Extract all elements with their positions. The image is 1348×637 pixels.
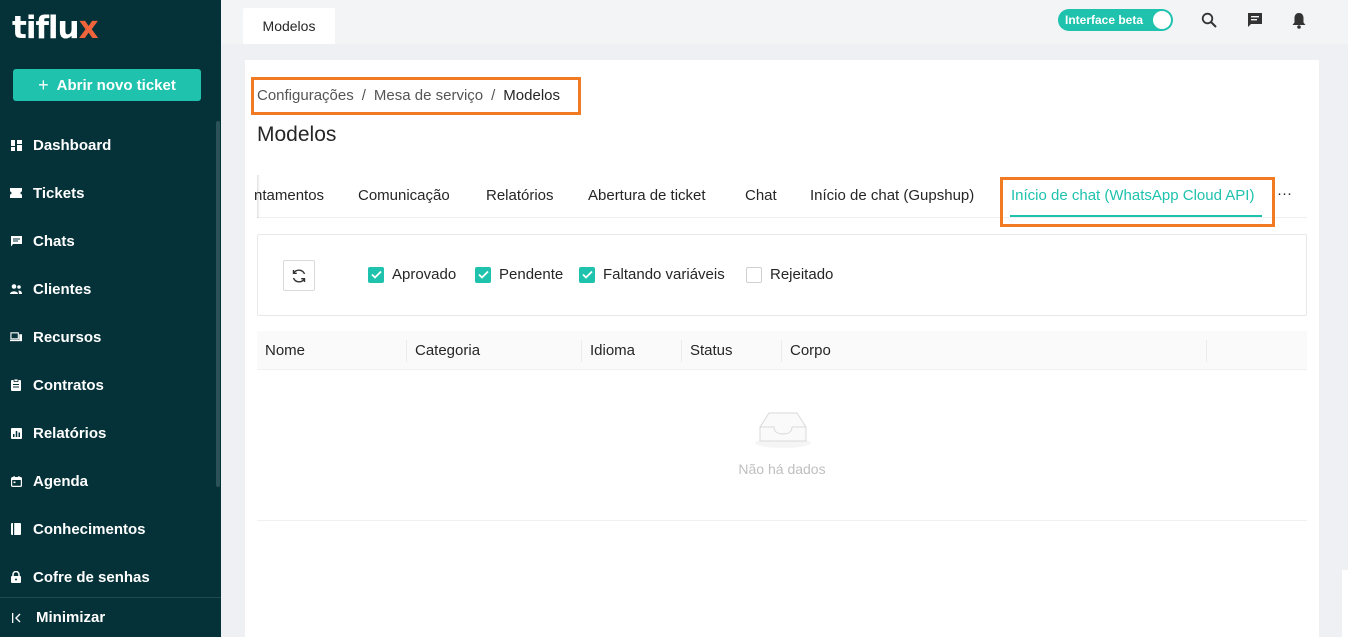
breadcrumb-highlight-box bbox=[251, 77, 581, 115]
tab-label: Modelos bbox=[262, 18, 316, 34]
tab-abertura-de-ticket[interactable]: Abertura de ticket bbox=[588, 187, 706, 204]
filter-label: Faltando variáveis bbox=[603, 266, 725, 283]
calendar-icon bbox=[10, 475, 22, 487]
resources-icon bbox=[10, 331, 22, 343]
filter-label: Aprovado bbox=[392, 266, 457, 283]
empty-state-text: Não há dados bbox=[738, 461, 826, 477]
table-header: Nome Categoria Idioma Status Corpo bbox=[257, 331, 1307, 370]
dashboard-icon bbox=[10, 139, 22, 151]
sidebar-item-relatorios[interactable]: Relatórios bbox=[0, 409, 216, 457]
reports-icon bbox=[10, 427, 22, 439]
sidebar-item-label: Relatórios bbox=[33, 424, 107, 442]
column-divider bbox=[681, 340, 682, 362]
top-bar: Modelos Interface beta bbox=[221, 0, 1348, 44]
column-divider bbox=[581, 340, 582, 362]
sidebar-item-conhecimentos[interactable]: Conhecimentos bbox=[0, 505, 216, 553]
sidebar-item-label: Contratos bbox=[33, 376, 104, 394]
filter-label: Rejeitado bbox=[770, 266, 834, 283]
checkbox-unchecked-icon bbox=[746, 266, 762, 283]
page-title: Modelos bbox=[257, 123, 337, 146]
sidebar-item-label: Clientes bbox=[33, 280, 92, 298]
table-empty-state: Não há dados bbox=[257, 370, 1307, 521]
sidebar-item-tickets[interactable]: Tickets bbox=[0, 169, 216, 217]
sidebar: tiflux + Abrir novo ticket Dashboard Tic… bbox=[0, 0, 221, 637]
sidebar-item-cofre-de-senhas[interactable]: Cofre de senhas bbox=[0, 553, 216, 601]
column-divider bbox=[406, 340, 407, 362]
tab-modelos[interactable]: Modelos bbox=[243, 8, 335, 44]
minimize-button[interactable]: Minimizar bbox=[0, 597, 221, 637]
column-header-status[interactable]: Status bbox=[690, 342, 733, 359]
empty-inbox-icon bbox=[755, 412, 811, 448]
checkbox-checked-icon bbox=[475, 266, 491, 283]
collapse-icon bbox=[12, 610, 22, 626]
filter-faltando-variaveis-checkbox[interactable]: Faltando variáveis bbox=[579, 266, 725, 283]
book-icon bbox=[10, 523, 22, 535]
minimize-label: Minimizar bbox=[36, 609, 106, 626]
column-header-categoria[interactable]: Categoria bbox=[415, 342, 480, 359]
search-icon[interactable] bbox=[1200, 11, 1218, 29]
refresh-button[interactable] bbox=[283, 260, 315, 291]
toggle-knob bbox=[1153, 11, 1171, 29]
checkbox-checked-icon bbox=[368, 266, 384, 283]
tab-atendimentos[interactable]: ntamentos bbox=[254, 187, 324, 204]
tiflux-logo[interactable]: tiflux bbox=[12, 10, 99, 46]
tab-comunicacao[interactable]: Comunicação bbox=[358, 187, 450, 204]
sidebar-item-label: Tickets bbox=[33, 184, 85, 202]
filter-label: Pendente bbox=[499, 266, 564, 283]
plus-icon: + bbox=[38, 74, 49, 95]
sidebar-item-label: Dashboard bbox=[33, 136, 112, 154]
bell-icon[interactable] bbox=[1290, 11, 1308, 29]
sidebar-item-dashboard[interactable]: Dashboard bbox=[0, 121, 216, 169]
filter-aprovado-checkbox[interactable]: Aprovado bbox=[368, 266, 456, 283]
sidebar-item-label: Conhecimentos bbox=[33, 520, 146, 538]
ticket-icon bbox=[10, 187, 22, 199]
column-header-idioma[interactable]: Idioma bbox=[590, 342, 635, 359]
tab-relatorios[interactable]: Relatórios bbox=[486, 187, 554, 204]
lock-icon bbox=[10, 571, 22, 583]
sidebar-item-contratos[interactable]: Contratos bbox=[0, 361, 216, 409]
sidebar-scrollbar[interactable] bbox=[216, 121, 220, 487]
filter-pendente-checkbox[interactable]: Pendente bbox=[475, 266, 563, 283]
status-filter-panel: Aprovado Pendente Faltando variáveis Rej… bbox=[257, 234, 1307, 316]
column-header-corpo[interactable]: Corpo bbox=[790, 342, 831, 359]
messages-icon[interactable] bbox=[1246, 11, 1264, 29]
sidebar-item-label: Agenda bbox=[33, 472, 89, 490]
new-ticket-button[interactable]: + Abrir novo ticket bbox=[13, 69, 201, 101]
new-ticket-label: Abrir novo ticket bbox=[56, 76, 176, 94]
filter-rejeitado-checkbox[interactable]: Rejeitado bbox=[746, 266, 833, 283]
beta-label: Interface beta bbox=[1065, 13, 1144, 27]
tab-chat[interactable]: Chat bbox=[745, 187, 777, 204]
interface-beta-toggle[interactable]: Interface beta bbox=[1058, 9, 1173, 31]
sidebar-item-label: Chats bbox=[33, 232, 75, 250]
chat-icon bbox=[10, 235, 22, 247]
tab-inicio-de-chat-gupshup[interactable]: Início de chat (Gupshup) bbox=[810, 187, 974, 204]
active-tab-highlight-box bbox=[1000, 177, 1275, 227]
sidebar-item-label: Recursos bbox=[33, 328, 102, 346]
right-edge bbox=[1342, 570, 1348, 637]
column-divider bbox=[1206, 340, 1207, 362]
checkbox-checked-icon bbox=[579, 266, 595, 283]
column-header-nome[interactable]: Nome bbox=[265, 342, 305, 359]
sidebar-item-label: Cofre de senhas bbox=[33, 568, 150, 586]
clients-icon bbox=[10, 283, 22, 295]
column-divider bbox=[781, 340, 782, 362]
sidebar-item-clientes[interactable]: Clientes bbox=[0, 265, 216, 313]
sidebar-nav: Dashboard Tickets Chats Clientes Recurso… bbox=[0, 121, 216, 601]
refresh-icon bbox=[292, 268, 306, 283]
sidebar-item-recursos[interactable]: Recursos bbox=[0, 313, 216, 361]
tabs-more-button[interactable]: ··· bbox=[1277, 185, 1292, 202]
sidebar-item-chats[interactable]: Chats bbox=[0, 217, 216, 265]
sidebar-item-agenda[interactable]: Agenda bbox=[0, 457, 216, 505]
contract-icon bbox=[10, 379, 22, 391]
